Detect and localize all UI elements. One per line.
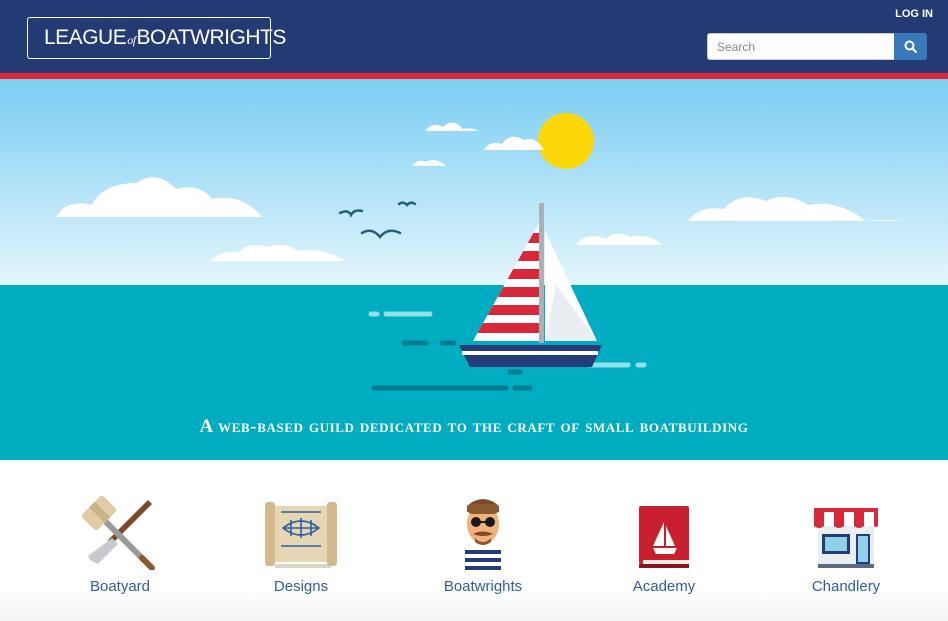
nav-item-designs[interactable]: Designs (226, 490, 376, 595)
search-icon (904, 40, 917, 53)
logo-text-boatwrights: BOATWRIGHTS (136, 26, 287, 49)
nav-label-chandlery: Chandlery (811, 578, 881, 595)
book-icon (639, 506, 689, 568)
search-input[interactable] (707, 33, 894, 60)
sun-icon (538, 113, 594, 169)
hero-illustration (0, 79, 948, 460)
mallet-chisel-icon (82, 495, 155, 570)
logo-text-league: LEAGUE (44, 26, 127, 49)
search-form (707, 33, 927, 60)
shop-icon (814, 508, 878, 568)
nav-label-boatyard: Boatyard (89, 578, 151, 595)
hero-tagline: A web-based guild dedicated to the craft… (0, 416, 948, 438)
nav-item-chandlery[interactable]: Chandlery (771, 490, 921, 595)
blueprint-scroll-icon (265, 502, 337, 568)
hero-tagline-text: A web-based guild dedicated to the craft… (199, 416, 749, 437)
nav-label-boatwrights: Boatwrights (443, 578, 523, 595)
hero-banner (0, 79, 948, 460)
search-button[interactable] (894, 33, 927, 60)
logo-text-of: of (127, 33, 136, 47)
section-nav: Boatyard Designs Boatwrights Academy Cha… (0, 460, 948, 621)
nav-label-academy: Academy (632, 578, 696, 595)
nav-label-designs: Designs (273, 578, 329, 595)
nav-item-boatyard[interactable]: Boatyard (45, 490, 195, 595)
login-link[interactable]: LOG IN (895, 8, 933, 20)
nav-item-academy[interactable]: Academy (589, 490, 739, 595)
nav-item-boatwrights[interactable]: Boatwrights (408, 490, 558, 595)
sailor-avatar-icon (465, 499, 501, 570)
logo-text: LEAGUEofBOATWRIGHTS (44, 26, 286, 50)
site-logo[interactable]: LEAGUEofBOATWRIGHTS (27, 17, 286, 59)
